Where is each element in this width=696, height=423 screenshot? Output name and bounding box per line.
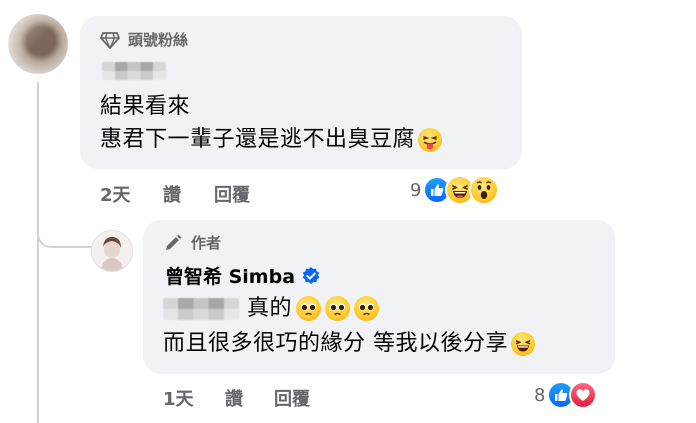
pleading-face-icon (325, 296, 351, 321)
wow-face-icon (469, 175, 500, 205)
pleading-face-icon (296, 296, 322, 321)
reply-like-button[interactable]: 讚 (225, 385, 243, 411)
reply-bubble: 作者 曾智希 Simba 真的 而且很多很巧的緣分 等我以後分享 (143, 220, 615, 374)
reply-time[interactable]: 1天 (163, 385, 194, 411)
mentioned-name-redacted[interactable] (163, 297, 239, 320)
love-icon (569, 381, 598, 409)
commenter-avatar[interactable] (8, 14, 68, 74)
author-avatar[interactable] (91, 230, 133, 272)
verified-badge-icon (302, 266, 320, 284)
commenter-name-redacted[interactable] (102, 62, 166, 84)
diamond-icon (100, 31, 120, 49)
reply-reaction-summary[interactable]: 8 (534, 381, 598, 409)
author-badge: 作者 (163, 232, 221, 253)
author-name[interactable]: 曾智希 Simba (165, 262, 295, 289)
comment-text: 結果看來 惠君下一輩子還是逃不出臭豆腐 (100, 90, 443, 156)
reaction-count: 9 (410, 179, 422, 201)
grinning-squinting-face-icon (511, 331, 535, 356)
reply-text-line-2: 而且很多很巧的緣分 等我以後分享 (163, 327, 535, 360)
author-badge-label: 作者 (191, 234, 222, 252)
reply-reaction-count: 8 (534, 384, 546, 406)
tongue-out-face-icon (418, 127, 443, 152)
author-name-row: 曾智希 Simba (165, 262, 321, 289)
pen-icon (166, 234, 182, 250)
pleading-face-icon (354, 296, 380, 321)
top-fan-label: 頭號粉絲 (128, 31, 189, 49)
reply-reply-button[interactable]: 回覆 (274, 385, 310, 411)
reply-text: 真的 而且很多很巧的緣分 等我以後分享 (163, 292, 535, 360)
comment-bubble: 頭號粉絲 結果看來 惠君下一輩子還是逃不出臭豆腐 (80, 16, 522, 169)
thread-line-vertical (37, 82, 39, 423)
reply-text-line-1: 真的 (163, 292, 535, 325)
like-button[interactable]: 讚 (163, 181, 181, 207)
comment-text-line-1: 結果看來 (100, 94, 191, 119)
comment-time[interactable]: 2天 (100, 181, 131, 207)
top-fan-badge: 頭號粉絲 (100, 29, 188, 50)
reaction-summary[interactable]: 9 (410, 175, 500, 205)
thread-line-branch (37, 214, 93, 248)
reply-button[interactable]: 回覆 (214, 181, 250, 207)
comment-text-line-2: 惠君下一輩子還是逃不出臭豆腐 (100, 123, 443, 156)
